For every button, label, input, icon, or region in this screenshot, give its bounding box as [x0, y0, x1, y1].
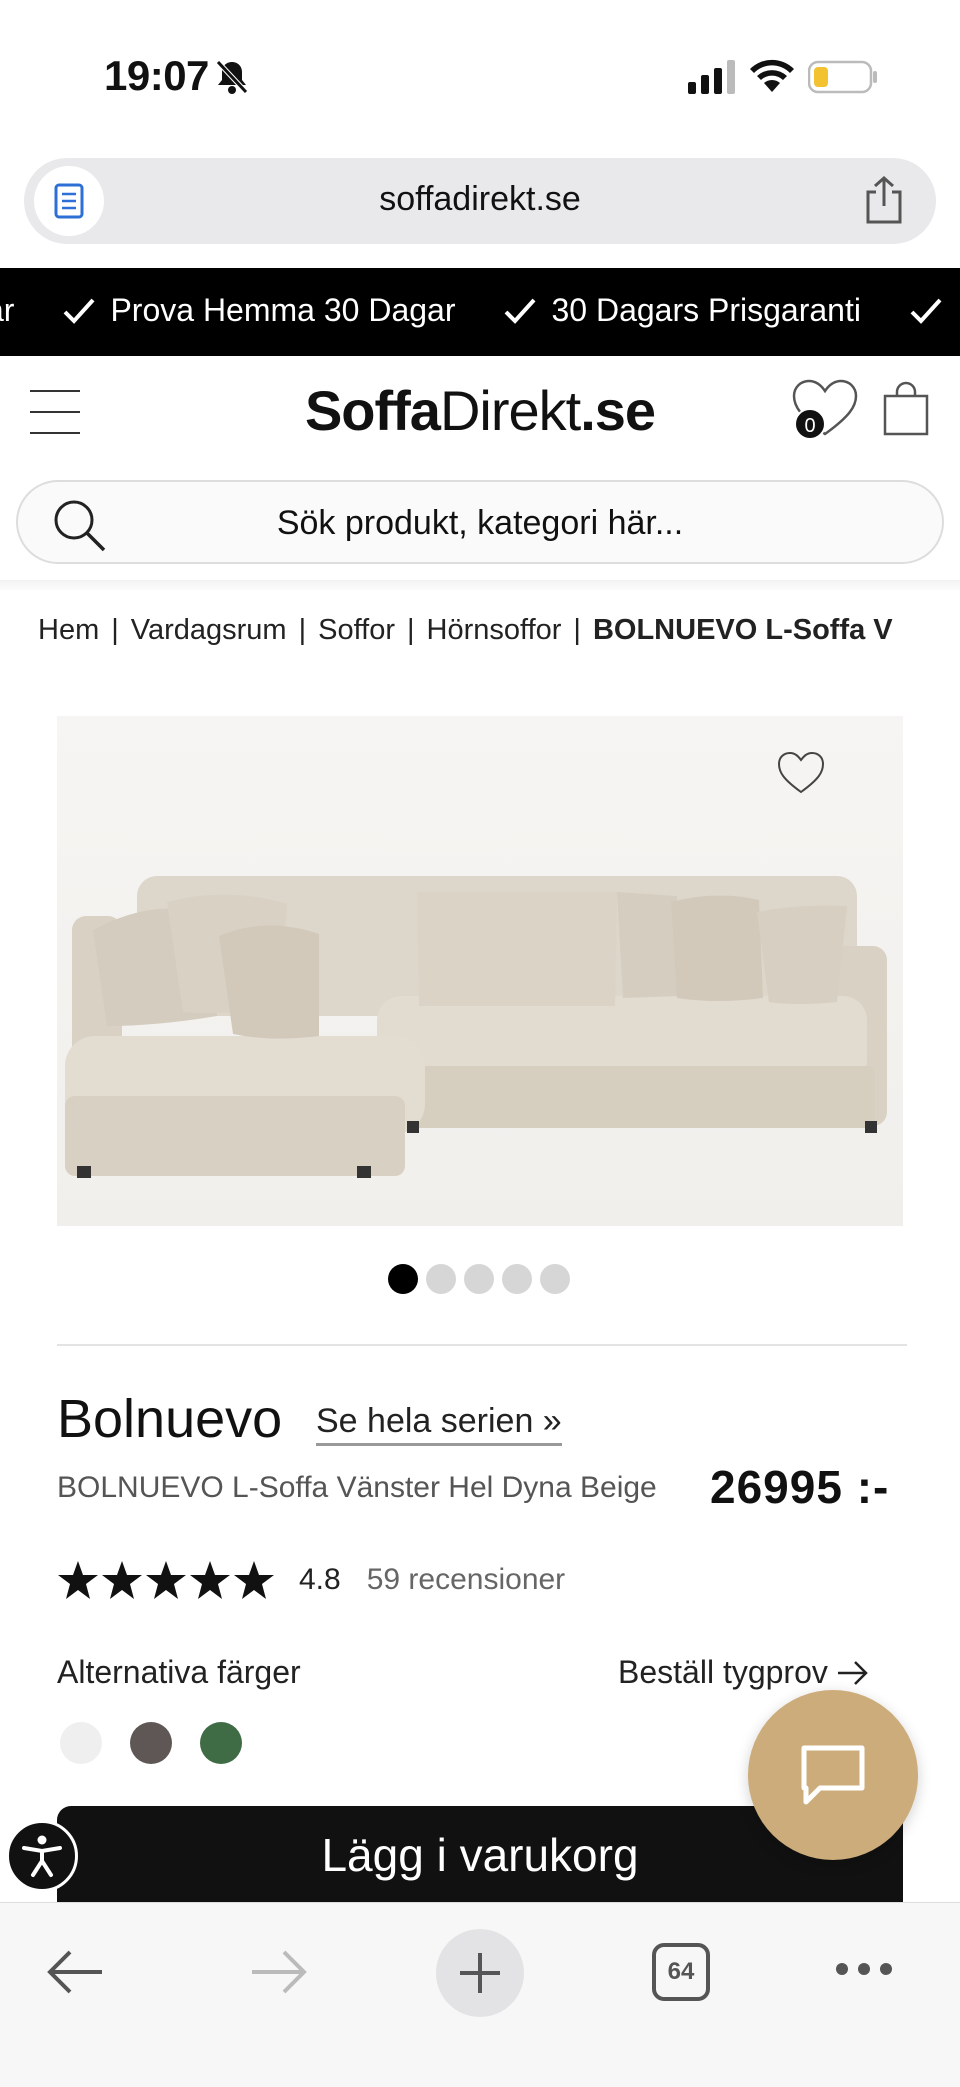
gallery-dot[interactable] — [540, 1264, 570, 1294]
review-count[interactable]: 59 recensioner — [367, 1563, 565, 1597]
breadcrumb-fade — [900, 606, 960, 652]
alt-colors-label: Alternativa färger — [57, 1654, 301, 1690]
product-subtitle: BOLNUEVO L-Soffa Vänster Hel Dyna Beige — [57, 1471, 657, 1504]
status-bar: 19:07 — [0, 0, 960, 150]
status-time: 19:07 — [104, 52, 209, 99]
chat-button[interactable] — [748, 1690, 918, 1860]
breadcrumb-item[interactable]: Vardagsrum — [131, 614, 287, 646]
search-input[interactable]: Sök produkt, kategori här... — [16, 480, 944, 564]
arrow-right-icon — [837, 1660, 868, 1685]
promo-item: Prova Hemma 30 Dagar — [62, 292, 455, 329]
check-icon — [64, 298, 95, 324]
favorite-heart-icon[interactable] — [776, 750, 826, 796]
signal-icon — [688, 60, 735, 94]
series-link[interactable]: Se hela serien » — [316, 1402, 562, 1446]
header-shadow — [0, 580, 960, 592]
color-swatch[interactable] — [200, 1722, 242, 1764]
new-tab-button[interactable] — [436, 1929, 524, 2017]
shopping-bag-icon[interactable] — [882, 380, 930, 436]
site-header: SoffaDirekt.se 0 — [0, 356, 960, 466]
color-swatch[interactable] — [60, 1722, 102, 1764]
product-price: 26995 :- — [710, 1461, 890, 1513]
wifi-icon — [750, 59, 794, 92]
promo-item: 30 Dagars Prisgaranti — [503, 292, 861, 329]
color-swatch[interactable] — [130, 1722, 172, 1764]
product-name: Bolnuevo — [57, 1389, 283, 1449]
share-icon[interactable] — [862, 176, 906, 224]
promo-marquee: ar Prova Hemma 30 Dagar 30 Dagars Prisga… — [0, 268, 960, 356]
star-icon — [234, 1561, 274, 1599]
more-options-icon[interactable] — [836, 1963, 896, 1983]
promo-item — [909, 292, 957, 329]
url-text[interactable]: soffadirekt.se — [24, 180, 936, 219]
wishlist-count-badge: 0 — [794, 408, 826, 440]
fabric-sample-link[interactable]: Beställ tygprov — [618, 1654, 870, 1691]
star-icon — [102, 1561, 142, 1599]
rating-row[interactable]: 4.8 59 recensioner — [57, 1560, 565, 1600]
bell-muted-icon — [216, 60, 248, 94]
plus-icon — [460, 1953, 500, 1993]
gallery-dot[interactable] — [464, 1264, 494, 1294]
divider — [57, 1344, 907, 1346]
browser-toolbar: 64 — [0, 1902, 960, 2087]
gallery-dot[interactable] — [426, 1264, 456, 1294]
chat-bubble-icon — [801, 1745, 865, 1805]
check-icon — [505, 298, 536, 324]
search-placeholder: Sök produkt, kategori här... — [276, 504, 684, 542]
rating-value: 4.8 — [299, 1563, 341, 1596]
back-arrow-icon[interactable] — [46, 1949, 106, 1995]
gallery-dot[interactable] — [502, 1264, 532, 1294]
promo-item: ar — [0, 292, 15, 328]
url-bar[interactable]: soffadirekt.se — [24, 158, 936, 244]
tabs-button[interactable]: 64 — [652, 1943, 710, 2001]
battery-icon — [808, 60, 877, 94]
star-icon — [146, 1561, 186, 1599]
breadcrumb-item[interactable]: Hem — [38, 614, 99, 646]
color-swatches — [60, 1722, 242, 1764]
forward-arrow-icon[interactable] — [248, 1949, 308, 1995]
star-icon — [58, 1561, 98, 1599]
gallery-dot[interactable] — [388, 1264, 418, 1294]
breadcrumb-item[interactable]: Soffor — [318, 614, 395, 646]
accessibility-button[interactable] — [6, 1820, 78, 1892]
breadcrumb-item[interactable]: Hörnsoffor — [427, 614, 562, 646]
breadcrumb-current: BOLNUEVO L-Soffa V — [592, 614, 893, 646]
star-icon — [190, 1561, 230, 1599]
rating-stars — [57, 1560, 275, 1600]
accessibility-icon — [22, 1835, 62, 1877]
check-icon — [910, 298, 942, 324]
gallery-pagination — [388, 1264, 570, 1294]
breadcrumb: Hem | Vardagsrum | Soffor | Hörnsoffor | BOLNUEV… — [38, 614, 893, 646]
